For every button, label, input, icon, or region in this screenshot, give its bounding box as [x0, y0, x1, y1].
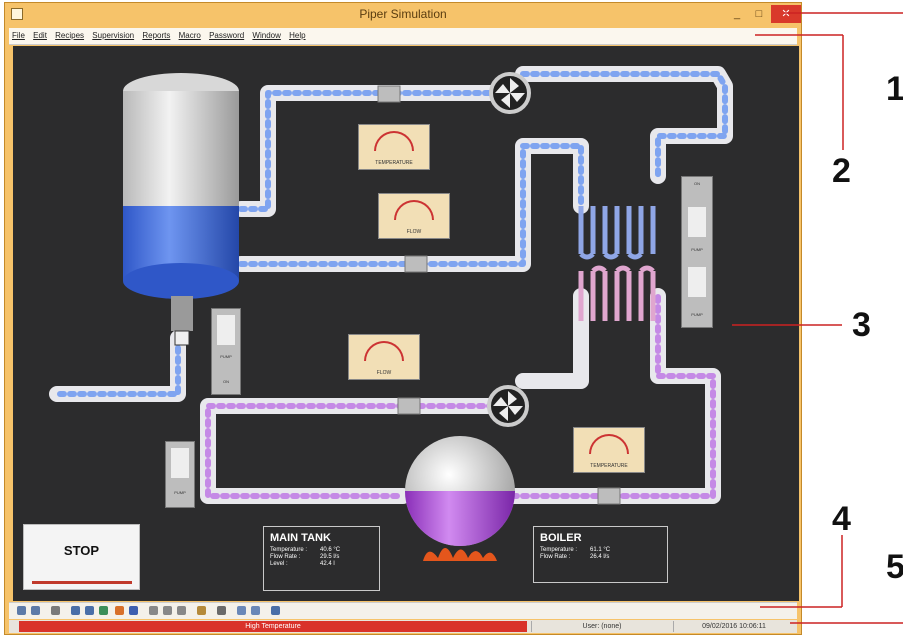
- callout-1: 1: [886, 70, 903, 108]
- help-icon[interactable]: [271, 606, 280, 615]
- flow-gauge: FLOW: [348, 334, 420, 380]
- fan-icon[interactable]: [487, 385, 529, 427]
- gauge-label: FLOW: [376, 370, 392, 376]
- callout-2: 2: [832, 152, 851, 190]
- callout-5: 5: [886, 548, 903, 586]
- pump-control-panel[interactable]: PUMP: [165, 441, 195, 508]
- simulation-canvas: TEMPERATURE FLOW FLOW TEMPERATURE PUMP O…: [13, 46, 799, 601]
- main-tank-temp-label: Temperature :: [270, 547, 308, 553]
- bell-icon[interactable]: [129, 606, 138, 615]
- pump-label: PUMP: [691, 247, 703, 252]
- menu-supervision[interactable]: Supervision: [89, 28, 137, 40]
- boiler-panel: BOILER Temperature : 61.1 °C Flow Rate : 2…: [533, 526, 668, 583]
- gauge-label: TEMPERATURE: [590, 463, 628, 469]
- fan-icon[interactable]: [489, 72, 531, 114]
- chart-icon[interactable]: [197, 606, 206, 615]
- on-label: ON: [223, 379, 229, 384]
- user-settings-icon[interactable]: [177, 606, 186, 615]
- flask-icon[interactable]: [51, 606, 60, 615]
- boiler-temp-value: 61.1 °C: [590, 547, 611, 553]
- menu-file[interactable]: File: [9, 28, 28, 40]
- maximize-button[interactable]: □: [749, 5, 769, 23]
- callout-3: 3: [852, 306, 871, 344]
- on-label: ON: [694, 181, 700, 186]
- menu-bar: File Edit Recipes Supervision Reports Ma…: [9, 28, 797, 45]
- temperature-gauge: TEMPERATURE: [573, 427, 645, 473]
- user-icon[interactable]: [149, 606, 158, 615]
- stop-button-label: STOP: [63, 543, 100, 558]
- flame-icon: [423, 548, 497, 561]
- boiler-temp-label: Temperature :: [540, 547, 578, 553]
- pump-label: PUMP: [174, 490, 186, 495]
- main-tank-temp-value: 40.6 °C: [320, 547, 341, 553]
- temperature-gauge: TEMPERATURE: [358, 124, 430, 170]
- alert-icon[interactable]: [115, 606, 124, 615]
- main-tank[interactable]: [123, 73, 239, 346]
- window-title: Piper Simulation: [359, 7, 447, 21]
- alarm-status[interactable]: High Temperature: [19, 621, 527, 632]
- boiler-title: BOILER: [540, 532, 582, 544]
- valve-icon[interactable]: [404, 255, 428, 273]
- title-bar[interactable]: Piper Simulation _ □ ✕: [5, 3, 801, 27]
- boiler-flow-label: Flow Rate :: [540, 554, 571, 560]
- status-bar: High Temperature User: (none) 09/02/2016…: [9, 620, 797, 633]
- minimize-button[interactable]: _: [727, 5, 747, 23]
- app-window: Piper Simulation _ □ ✕ File Edit Recipes…: [4, 2, 802, 635]
- main-tank-level-label: Level :: [270, 561, 288, 567]
- gauge-label: TEMPERATURE: [375, 160, 413, 166]
- pump-label: PUMP: [220, 354, 232, 359]
- valve-icon[interactable]: [377, 85, 401, 103]
- stop-button[interactable]: STOP: [23, 524, 140, 590]
- print-preview-icon[interactable]: [31, 606, 40, 615]
- toolbar: [9, 602, 797, 619]
- boiler-flow-value: 26.4 l/s: [590, 554, 610, 560]
- pump-control-panel[interactable]: PUMP ON: [211, 308, 241, 395]
- close-button[interactable]: ✕: [771, 5, 801, 23]
- main-tank-title: MAIN TANK: [270, 532, 331, 544]
- edit-icon[interactable]: [217, 606, 226, 615]
- user-status: User: (none): [531, 621, 672, 632]
- menu-macro[interactable]: Macro: [176, 28, 204, 40]
- menu-recipes[interactable]: Recipes: [52, 28, 87, 40]
- pump-label: PUMP: [691, 312, 703, 317]
- menu-help[interactable]: Help: [286, 28, 308, 40]
- menu-window[interactable]: Window: [249, 28, 283, 40]
- document-icon[interactable]: [251, 606, 260, 615]
- main-tank-flow-value: 29.5 l/s: [320, 554, 340, 560]
- copy-icon[interactable]: [85, 606, 94, 615]
- heat-exchanger: [578, 206, 656, 321]
- flow-gauge: FLOW: [378, 193, 450, 239]
- valve-icon[interactable]: [597, 487, 621, 505]
- datetime-status: 09/02/2016 10:06:11: [673, 621, 794, 632]
- pump-control-panel[interactable]: ON PUMP PUMP: [681, 176, 713, 328]
- monitor-icon[interactable]: [71, 606, 80, 615]
- tag-icon[interactable]: [99, 606, 108, 615]
- main-tank-panel: MAIN TANK Temperature : 40.6 °C Flow Rate…: [263, 526, 380, 591]
- main-tank-level-value: 42.4 l: [320, 561, 335, 567]
- window-icon[interactable]: [237, 606, 246, 615]
- valve-icon[interactable]: [397, 397, 421, 415]
- menu-password[interactable]: Password: [206, 28, 247, 40]
- gauge-label: FLOW: [406, 229, 422, 235]
- stop-button-underline: [32, 581, 132, 584]
- callout-4: 4: [832, 500, 851, 538]
- boiler[interactable]: [405, 436, 515, 561]
- users-icon[interactable]: [163, 606, 172, 615]
- menu-edit[interactable]: Edit: [30, 28, 50, 40]
- menu-reports[interactable]: Reports: [139, 28, 173, 40]
- main-tank-flow-label: Flow Rate :: [270, 554, 301, 560]
- print-icon[interactable]: [17, 606, 26, 615]
